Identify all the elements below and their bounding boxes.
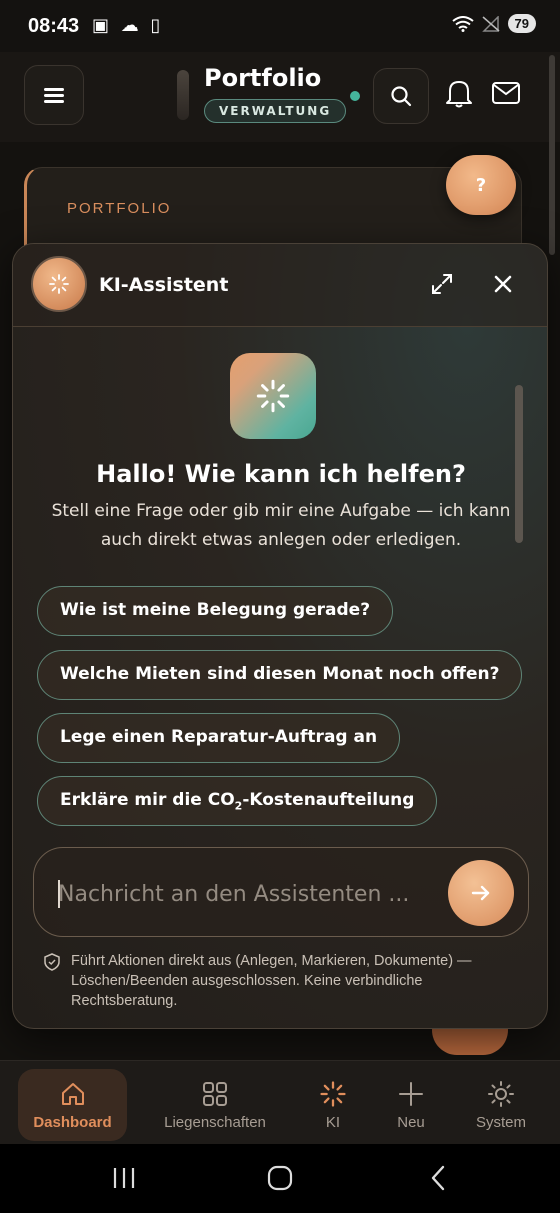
home-circle-icon xyxy=(267,1165,293,1191)
recent-apps-icon xyxy=(113,1168,135,1188)
messages-button[interactable] xyxy=(491,78,521,108)
suggestion-chip[interactable]: Welche Mieten sind diesen Monat noch off… xyxy=(37,650,523,700)
app-subtitle-badge: VERWALTUNG xyxy=(204,99,347,123)
portfolio-card-label: PORTFOLIO xyxy=(67,200,172,217)
nav-item-system[interactable]: System xyxy=(466,1069,536,1141)
home-icon xyxy=(59,1080,87,1108)
expand-button[interactable] xyxy=(430,272,458,300)
hamburger-icon xyxy=(44,88,64,103)
nav-item-ki[interactable]: KI xyxy=(300,1069,366,1141)
assistant-panel: KI-Assistent Hallo! Wie kann ich helfen?… xyxy=(12,243,548,1029)
gear-icon xyxy=(487,1080,515,1108)
suggestion-chip[interactable]: Wie ist meine Belegung gerade? xyxy=(37,586,394,636)
disclaimer-text: Führt Aktionen direkt aus (Anlegen, Mark… xyxy=(71,953,472,1009)
status-time: 08:43 xyxy=(28,15,80,37)
nav-label: System xyxy=(475,1113,526,1131)
assistant-hero-icon xyxy=(230,353,316,439)
battery-indicator: 79 xyxy=(507,14,536,33)
assistant-avatar xyxy=(31,256,87,312)
nav-label: Liegenschaften xyxy=(164,1113,266,1131)
greeting-subtitle: Stell eine Frage oder gib mir eine Aufga… xyxy=(51,501,511,550)
status-notification-icons: ▣ ☁ ▯ xyxy=(92,15,164,36)
close-icon xyxy=(494,275,512,293)
grid-icon xyxy=(201,1080,229,1108)
notifications-button[interactable] xyxy=(444,78,474,108)
home-button[interactable] xyxy=(266,1164,294,1192)
online-status-dot xyxy=(350,91,360,101)
search-button[interactable] xyxy=(373,68,429,124)
sparkle-icon xyxy=(256,379,290,413)
system-navigation-bar xyxy=(0,1144,560,1213)
shield-check-icon xyxy=(44,953,60,971)
mail-icon xyxy=(492,82,520,104)
suggestion-chip[interactable]: Lege einen Reparatur-Auftrag an xyxy=(37,713,401,763)
greeting-title: Hallo! Wie kann ich helfen? xyxy=(96,460,466,488)
nav-label: KI xyxy=(325,1113,341,1131)
assistant-title: KI-Assistent xyxy=(99,274,229,296)
status-system-icons: 79 xyxy=(451,14,536,33)
nav-label: Dashboard xyxy=(33,1113,112,1131)
sparkle-icon xyxy=(319,1080,347,1108)
suggestion-chip-co2[interactable]: Erkläre mir die CO2-Kostenaufteilung xyxy=(37,776,438,826)
back-button[interactable] xyxy=(426,1164,450,1192)
message-input-box xyxy=(33,847,529,937)
chip-text-prefix: Erkläre mir die CO xyxy=(60,790,235,810)
menu-button[interactable] xyxy=(24,65,84,125)
nav-item-neu[interactable]: Neu xyxy=(378,1069,444,1141)
recent-apps-button[interactable] xyxy=(110,1164,138,1192)
message-input[interactable] xyxy=(58,872,438,916)
close-button[interactable] xyxy=(493,274,517,298)
plus-icon xyxy=(397,1080,425,1108)
expand-icon xyxy=(432,274,452,294)
brand-toggle-handle[interactable] xyxy=(177,70,189,120)
chip-text-suffix: -Kostenaufteilung xyxy=(242,790,415,810)
send-button[interactable] xyxy=(448,860,514,926)
search-icon xyxy=(391,86,412,107)
app-title: Portfolio xyxy=(204,64,322,92)
nav-item-dashboard[interactable]: Dashboard xyxy=(18,1069,127,1141)
back-arrow-icon xyxy=(431,1165,445,1191)
arrow-right-icon xyxy=(471,885,490,901)
bottom-navigation: Dashboard Liegenschaften KI Neu System xyxy=(0,1060,560,1144)
signal-off-icon xyxy=(481,15,500,32)
help-button[interactable]: ? xyxy=(446,155,516,215)
page-scrollbar[interactable] xyxy=(549,55,555,255)
app-header: Portfolio VERWALTUNG xyxy=(0,52,560,142)
nav-item-liegenschaften[interactable]: Liegenschaften xyxy=(152,1069,278,1141)
status-bar: 08:43 ▣ ☁ ▯ 79 xyxy=(0,0,560,52)
bell-icon xyxy=(446,81,472,108)
assistant-header: KI-Assistent xyxy=(13,244,547,327)
wifi-icon xyxy=(451,15,474,32)
sparkle-icon xyxy=(49,274,69,294)
nav-label: Neu xyxy=(397,1113,425,1131)
